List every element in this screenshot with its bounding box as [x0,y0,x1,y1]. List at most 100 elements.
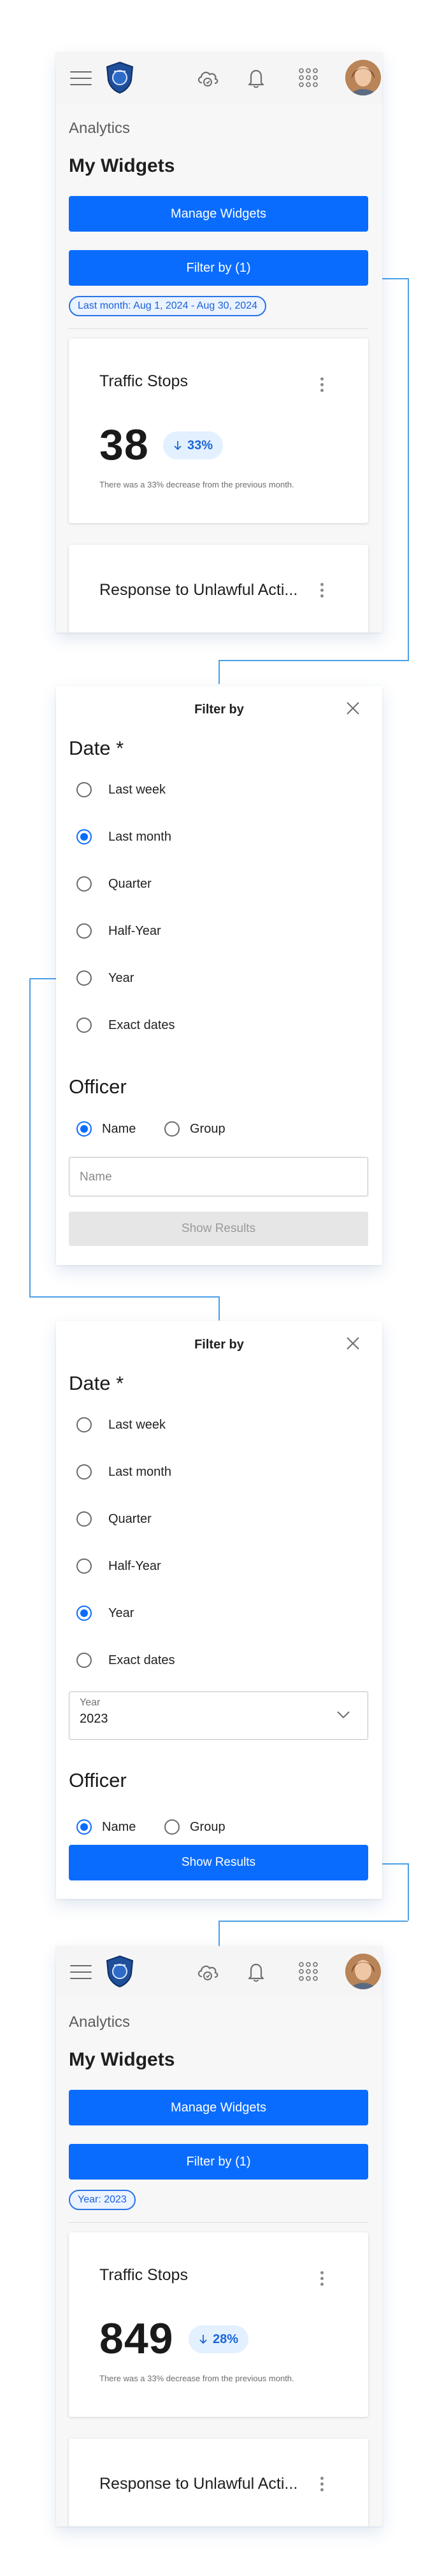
manage-widgets-button[interactable]: Manage Widgets [69,196,368,232]
close-icon[interactable] [345,701,361,716]
radio-button[interactable] [76,1558,92,1574]
active-filter-chip[interactable]: Year: 2023 [69,2190,136,2210]
filter-modal-year: Filter by Date * Last week Last month Quar… [56,1321,382,1899]
year-field-value: 2023 [80,1712,108,1726]
filter-by-button[interactable]: Filter by (1) [69,2144,368,2180]
bell-icon[interactable] [243,65,269,90]
modal-title: Filter by [194,1338,244,1352]
date-option-exact-dates[interactable]: Exact dates [76,1016,175,1035]
date-option-year[interactable]: Year [76,969,134,988]
app-header [56,1946,382,1998]
radio-label: Half-Year [108,923,161,938]
radio-button[interactable] [164,1819,180,1835]
cloud-sync-icon[interactable] [195,65,220,90]
officer-section-title: Officer [69,1769,127,1791]
close-icon[interactable] [345,1336,361,1351]
officer-name-field[interactable]: Name [69,1157,368,1196]
flow-connector [218,660,409,661]
menu-icon[interactable] [70,1965,92,1979]
officer-option-name[interactable]: Name [76,1119,136,1138]
radio-button[interactable] [76,923,92,939]
radio-label: Quarter [108,1511,152,1526]
widget-card-unlawful-action[interactable]: Response to Unlawful Acti... [69,545,368,633]
chevron-down-icon [337,1711,350,1719]
date-option-last-month[interactable]: Last month [76,1462,171,1481]
agency-logo [106,61,134,94]
trend-badge: 33% [163,431,224,459]
active-filter-chip[interactable]: Last month: Aug 1, 2024 - Aug 30, 2024 [69,296,266,316]
date-option-last-month[interactable]: Last month [76,827,171,846]
widget-title: Response to Unlawful Acti... [99,2475,298,2493]
widget-card-unlawful-action[interactable]: Response to Unlawful Acti... [69,2439,368,2526]
date-option-quarter[interactable]: Quarter [76,1509,152,1529]
widget-note: There was a 33% decrease from the previo… [99,480,294,489]
flow-connector [218,1921,220,1946]
app-grid-icon[interactable] [296,1959,321,1984]
show-results-button[interactable]: Show Results [69,1845,368,1880]
radio-button[interactable] [76,782,92,797]
radio-button[interactable] [76,970,92,986]
name-placeholder: Name [80,1170,112,1184]
radio-button[interactable] [76,829,92,844]
radio-button[interactable] [76,1819,92,1835]
radio-button[interactable] [76,1511,92,1527]
trend-badge: 28% [189,2325,249,2353]
app-grid-icon[interactable] [296,65,321,90]
kebab-menu-icon[interactable] [320,377,324,395]
radio-button[interactable] [76,1121,92,1137]
user-avatar[interactable] [345,1954,381,1989]
radio-label: Name [102,1819,136,1834]
bell-icon[interactable] [243,1959,269,1984]
officer-option-group[interactable]: Group [164,1119,226,1138]
filter-modal-last-month: Filter by Date * Last week Last month Quar… [56,686,382,1265]
radio-label: Last month [108,1464,171,1479]
show-results-button[interactable]: Show Results [69,1212,368,1246]
radio-label: Last week [108,1417,166,1432]
dashboard-screen-before: Analytics My Widgets Manage Widgets Filt… [56,52,382,633]
date-option-half-year[interactable]: Half-Year [76,1557,161,1576]
officer-option-group[interactable]: Group [164,1817,226,1837]
manage-widgets-button[interactable]: Manage Widgets [69,2090,368,2125]
officer-section-title: Officer [69,1075,127,1098]
date-option-exact-dates[interactable]: Exact dates [76,1651,175,1670]
kebab-menu-icon[interactable] [320,2477,324,2494]
date-option-last-week[interactable]: Last week [76,1415,166,1434]
officer-option-name[interactable]: Name [76,1817,136,1837]
flow-connector [218,1296,220,1320]
kebab-menu-icon[interactable] [320,2271,324,2288]
radio-label: Year [108,1606,134,1620]
widget-card-traffic-stops[interactable]: Traffic Stops 38 33% There was a 33% dec… [69,339,368,523]
cloud-sync-icon[interactable] [195,1959,220,1984]
divider [69,2222,368,2223]
radio-button[interactable] [76,1606,92,1621]
radio-button[interactable] [164,1121,180,1137]
date-option-half-year[interactable]: Half-Year [76,921,161,941]
flow-connector [218,1921,408,1922]
radio-button[interactable] [76,1018,92,1033]
filter-by-button[interactable]: Filter by (1) [69,250,368,286]
radio-label: Group [190,1819,226,1834]
date-option-quarter[interactable]: Quarter [76,874,152,893]
user-avatar[interactable] [345,60,381,95]
widget-title: Traffic Stops [99,372,188,390]
year-select[interactable]: Year 2023 [69,1691,368,1740]
date-option-year[interactable]: Year [76,1604,134,1623]
radio-button[interactable] [76,1464,92,1480]
radio-label: Half-Year [108,1558,161,1573]
radio-label: Exact dates [108,1653,175,1667]
kebab-menu-icon[interactable] [320,583,324,600]
date-option-last-week[interactable]: Last week [76,780,166,799]
radio-button[interactable] [76,1653,92,1668]
flow-connector [29,1296,218,1298]
widget-card-traffic-stops[interactable]: Traffic Stops 849 28% There was a 33% de… [69,2232,368,2417]
dashboard-screen-after: Analytics My Widgets Manage Widgets Filt… [56,1946,382,2526]
radio-label: Group [190,1121,226,1136]
radio-button[interactable] [76,876,92,892]
widget-title: Response to Unlawful Acti... [99,581,298,599]
menu-icon[interactable] [70,71,92,85]
divider [69,328,368,329]
flow-connector [29,978,56,979]
page-title: My Widgets [69,2049,175,2070]
radio-button[interactable] [76,1417,92,1432]
flow-connector [218,660,220,684]
